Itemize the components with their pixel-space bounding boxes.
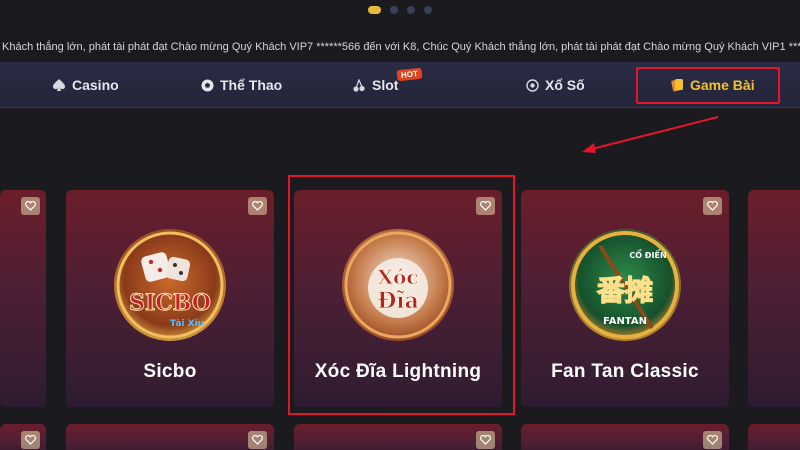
heart-icon[interactable] [703, 431, 722, 449]
soccer-ball-icon [200, 78, 214, 92]
game-card-row2[interactable] [294, 424, 502, 450]
nav-item-label: Xổ Số [545, 77, 585, 93]
active-tab-highlight [636, 67, 780, 104]
cherry-icon [352, 78, 366, 92]
game-card-row2[interactable] [521, 424, 729, 450]
heart-icon[interactable] [21, 197, 40, 215]
announcement-marquee: Khách thắng lớn, phát tài phát đạt Chào … [0, 38, 800, 58]
svg-text:FANTAN: FANTAN [603, 316, 647, 327]
svg-text:番摊: 番摊 [597, 274, 653, 307]
game-card-fan-tan-classic[interactable]: CỔ ĐIỂN 番摊 FANTAN Fan Tan Classic [521, 190, 729, 407]
heart-icon[interactable] [248, 431, 267, 449]
hot-badge: HOT [396, 67, 423, 82]
nav-item-label: Slot [372, 77, 399, 93]
game-title: Sicbo [143, 361, 197, 382]
lottery-ball-icon [525, 78, 539, 92]
carousel-dot-1[interactable] [368, 6, 381, 14]
svg-text:Tài Xỉu: Tài Xỉu [170, 318, 204, 329]
game-card-partial-left[interactable] [0, 190, 46, 407]
nav-item-slot[interactable]: Slot HOT [352, 62, 423, 108]
sicbo-logo: SICBO Tài Xỉu [113, 228, 227, 342]
marquee-text: Khách thắng lớn, phát tài phát đạt Chào … [2, 41, 800, 53]
game-card-partial-right[interactable] [748, 190, 800, 407]
game-card-row2-partial-left[interactable] [0, 424, 46, 450]
nav-item-the-thao[interactable]: Thể Thao [200, 62, 282, 108]
heart-icon[interactable] [476, 431, 495, 449]
carousel-dot-4[interactable] [424, 6, 432, 14]
heart-icon[interactable] [703, 197, 722, 215]
highlight-box-annotation [288, 175, 515, 415]
carousel-dot-2[interactable] [390, 6, 398, 14]
nav-item-label: Thể Thao [220, 77, 283, 93]
carousel-pagination [0, 6, 800, 14]
heart-icon[interactable] [21, 431, 40, 449]
nav-item-label: Casino [72, 77, 119, 93]
fantan-logo: CỔ ĐIỂN 番摊 FANTAN [568, 228, 682, 342]
game-title: Fan Tan Classic [551, 361, 699, 382]
game-card-sicbo[interactable]: SICBO Tài Xỉu Sicbo [66, 190, 274, 407]
carousel-dot-3[interactable] [407, 6, 415, 14]
nav-item-xo-so[interactable]: Xổ Số [525, 62, 585, 108]
annotation-arrow-icon [582, 116, 719, 153]
nav-item-casino[interactable]: Casino [52, 62, 119, 108]
game-card-row2-partial-right[interactable] [748, 424, 800, 450]
heart-icon[interactable] [248, 197, 267, 215]
game-card-row2[interactable] [66, 424, 274, 450]
spade-icon [52, 78, 66, 92]
svg-text:SICBO: SICBO [129, 290, 211, 316]
